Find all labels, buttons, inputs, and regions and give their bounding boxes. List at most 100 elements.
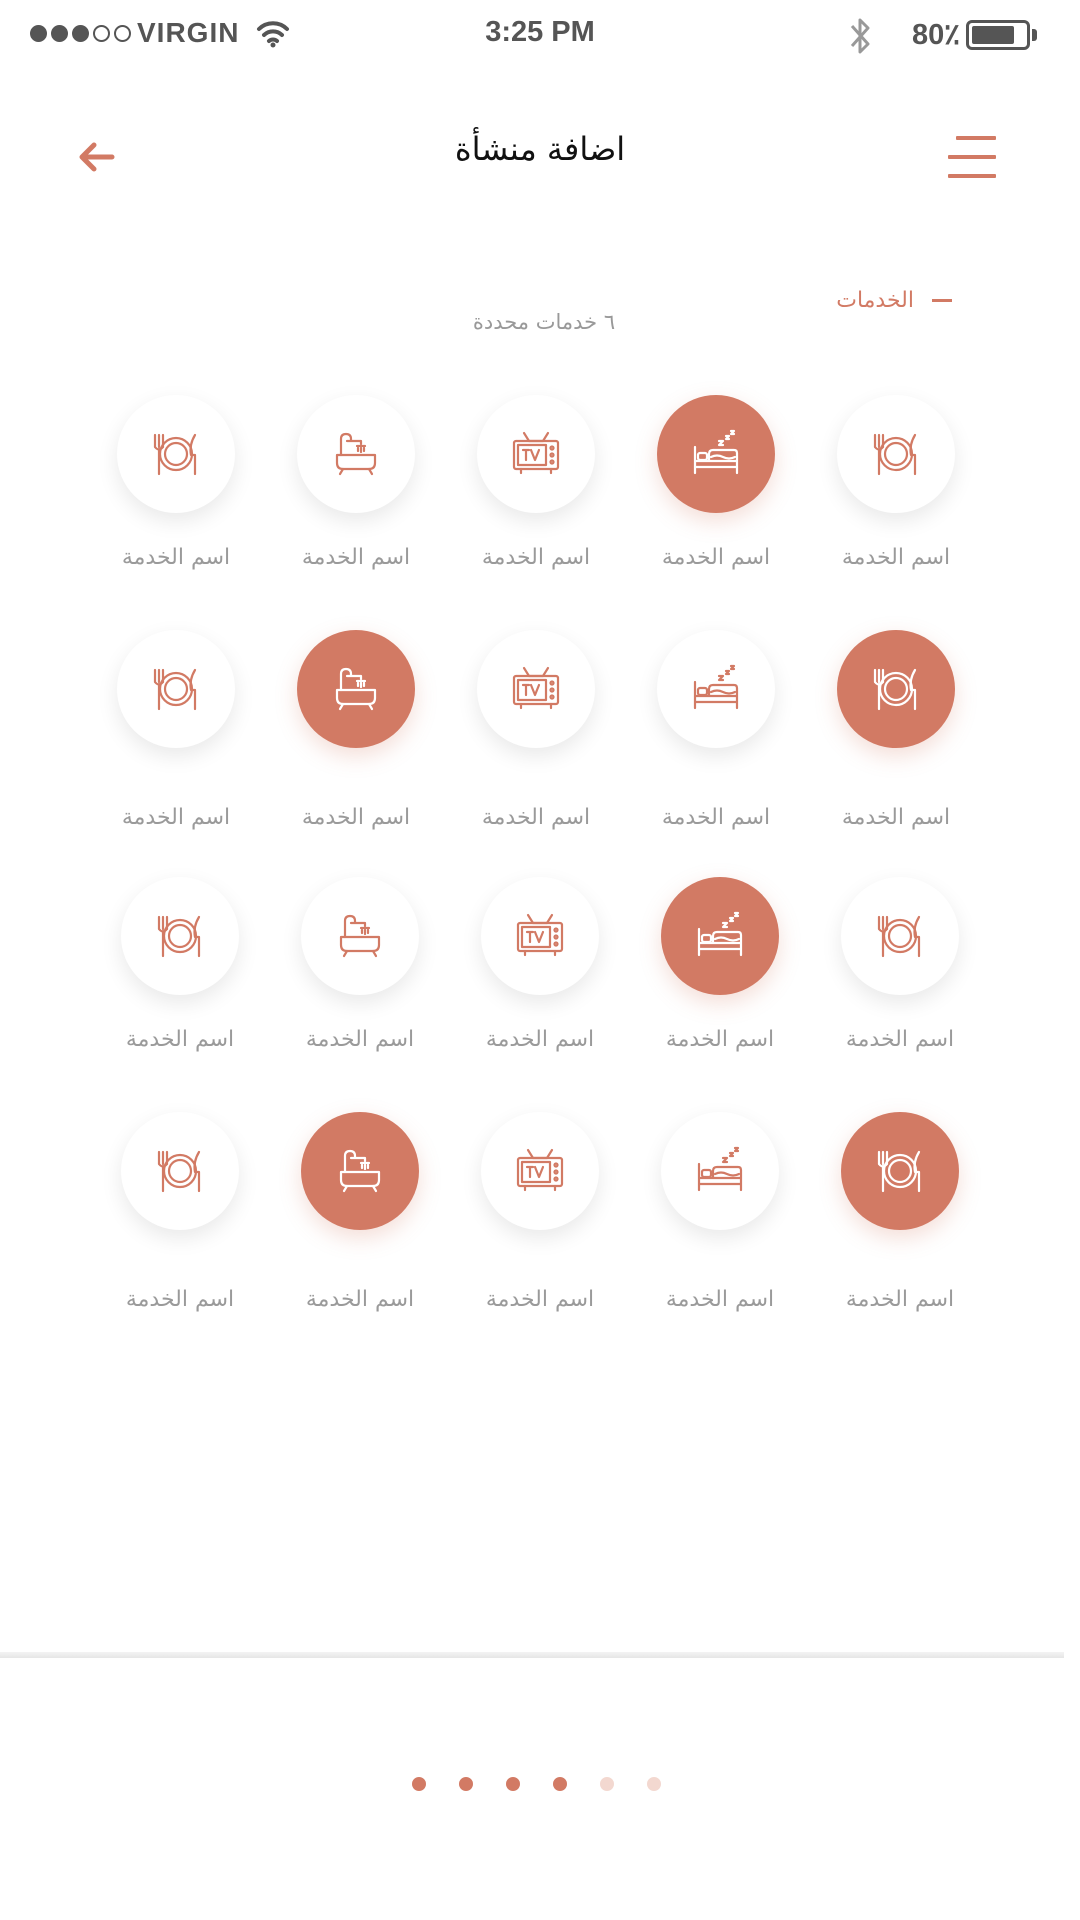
service-label: اسم الخدمة — [841, 805, 951, 830]
service-item[interactable]: اسم الخدمة — [450, 877, 630, 1077]
menu-icon-line — [948, 174, 996, 178]
service-item[interactable]: اسم الخدمة — [626, 395, 806, 595]
status-bar: VIRGIN 3:25 PM 80٪ — [0, 0, 1080, 72]
service-icon-circle — [841, 1112, 959, 1230]
service-icon-circle — [121, 1112, 239, 1230]
page-title: اضافة منشأة — [454, 130, 626, 168]
pager-dot[interactable] — [646, 1777, 661, 1791]
service-item[interactable]: اسم الخدمة — [266, 395, 446, 595]
service-item[interactable]: اسم الخدمة — [810, 877, 990, 1077]
footer-divider — [0, 1652, 1064, 1658]
service-item[interactable]: اسم الخدمة — [450, 1112, 630, 1312]
service-label: اسم الخدمة — [661, 545, 771, 570]
service-label: اسم الخدمة — [665, 1287, 775, 1312]
battery-tip — [1032, 29, 1037, 41]
service-item[interactable]: اسم الخدمة — [630, 1112, 810, 1312]
service-item[interactable]: اسم الخدمة — [446, 395, 626, 595]
tv-icon — [516, 1148, 564, 1192]
service-label: اسم الخدمة — [305, 1287, 415, 1312]
menu-icon-line — [948, 155, 996, 159]
bed-icon — [693, 664, 739, 710]
service-label: اسم الخدمة — [121, 545, 231, 570]
service-icon-circle — [657, 630, 775, 748]
minus-icon — [932, 299, 952, 302]
service-icon-circle — [481, 1112, 599, 1230]
service-icon-circle — [117, 395, 235, 513]
service-label: اسم الخدمة — [301, 545, 411, 570]
dining-icon — [153, 433, 197, 476]
service-item[interactable]: اسم الخدمة — [90, 877, 270, 1077]
dining-icon — [877, 915, 921, 958]
bathtub-icon — [339, 914, 381, 958]
service-icon-circle — [297, 630, 415, 748]
service-label: اسم الخدمة — [301, 805, 411, 830]
service-label: اسم الخدمة — [481, 805, 591, 830]
dining-icon — [153, 668, 197, 711]
service-label: اسم الخدمة — [481, 545, 591, 570]
service-label: اسم الخدمة — [845, 1027, 955, 1052]
tv-icon — [516, 913, 564, 957]
service-label: اسم الخدمة — [665, 1027, 775, 1052]
service-item[interactable]: اسم الخدمة — [86, 630, 266, 830]
service-icon-circle — [477, 630, 595, 748]
service-item[interactable]: اسم الخدمة — [630, 877, 810, 1077]
pager-dot[interactable] — [505, 1777, 520, 1791]
menu-icon-line — [956, 136, 996, 140]
battery-percentage: 80٪ — [912, 19, 960, 51]
service-item[interactable]: اسم الخدمة — [806, 630, 986, 830]
service-icon-circle — [841, 877, 959, 995]
service-item[interactable]: اسم الخدمة — [446, 630, 626, 830]
service-icon-circle — [661, 877, 779, 995]
pager-dot[interactable] — [552, 1777, 567, 1791]
bed-icon — [693, 429, 739, 475]
service-item[interactable]: اسم الخدمة — [90, 1112, 270, 1312]
page-indicator — [0, 1777, 1080, 1791]
menu-button[interactable] — [946, 136, 996, 178]
service-item[interactable]: اسم الخدمة — [626, 630, 806, 830]
bluertooth-icon — [850, 18, 870, 54]
bathtub-icon — [339, 1149, 381, 1193]
bathtub-icon — [335, 432, 377, 476]
service-label: اسم الخدمة — [845, 1287, 955, 1312]
service-label: اسم الخدمة — [125, 1287, 235, 1312]
tv-icon — [512, 666, 560, 710]
dining-icon — [877, 1150, 921, 1193]
service-icon-circle — [301, 1112, 419, 1230]
service-item[interactable]: اسم الخدمة — [806, 395, 986, 595]
service-label: اسم الخدمة — [485, 1287, 595, 1312]
dining-icon — [873, 433, 917, 476]
service-item[interactable]: اسم الخدمة — [270, 1112, 450, 1312]
service-icon-circle — [121, 877, 239, 995]
bed-icon — [697, 1146, 743, 1192]
service-icon-circle — [657, 395, 775, 513]
service-label: اسم الخدمة — [121, 805, 231, 830]
service-icon-circle — [297, 395, 415, 513]
service-icon-circle — [837, 630, 955, 748]
service-label: اسم الخدمة — [661, 805, 771, 830]
service-label: اسم الخدمة — [485, 1027, 595, 1052]
pager-dot[interactable] — [599, 1777, 614, 1791]
service-icon-circle — [837, 395, 955, 513]
selected-count: ٦ خدمات محددة — [472, 310, 616, 334]
service-label: اسم الخدمة — [841, 545, 951, 570]
service-icon-circle — [477, 395, 595, 513]
dining-icon — [157, 915, 201, 958]
service-item[interactable]: اسم الخدمة — [270, 877, 450, 1077]
service-item[interactable]: اسم الخدمة — [810, 1112, 990, 1312]
service-label: اسم الخدمة — [305, 1027, 415, 1052]
service-icon-circle — [481, 877, 599, 995]
bed-icon — [697, 911, 743, 957]
battery-icon — [966, 20, 1030, 50]
service-label: اسم الخدمة — [125, 1027, 235, 1052]
service-icon-circle — [661, 1112, 779, 1230]
tv-icon — [512, 431, 560, 475]
service-icon-circle — [117, 630, 235, 748]
service-icon-circle — [301, 877, 419, 995]
dining-icon — [873, 668, 917, 711]
pager-dot[interactable] — [458, 1777, 473, 1791]
service-item[interactable]: اسم الخدمة — [86, 395, 266, 595]
bathtub-icon — [335, 667, 377, 711]
dining-icon — [157, 1150, 201, 1193]
service-item[interactable]: اسم الخدمة — [266, 630, 446, 830]
pager-dot[interactable] — [411, 1777, 426, 1791]
